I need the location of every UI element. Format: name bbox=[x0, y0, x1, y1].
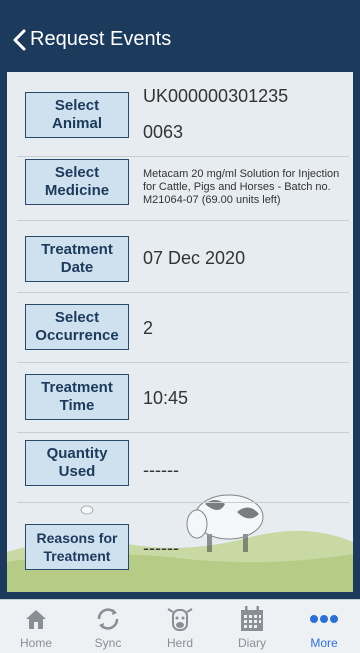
tab-herd-label: Herd bbox=[166, 636, 193, 650]
select-medicine-button[interactable]: Select Medicine bbox=[25, 159, 129, 205]
tab-diary-label: Diary bbox=[237, 636, 266, 650]
form-panel: Select Animal UK000000301235 0063 Select… bbox=[7, 72, 353, 592]
medicine-value: Metacam 20 mg/ml Solution for Injection … bbox=[143, 168, 340, 206]
cow-icon bbox=[167, 608, 193, 631]
sync-icon bbox=[97, 608, 119, 630]
treatment-time-value: 10:45 bbox=[143, 388, 189, 408]
tab-diary[interactable]: Diary bbox=[216, 604, 288, 650]
quantity-used-button[interactable]: Quantity Used bbox=[25, 440, 129, 486]
chevron-left-icon bbox=[13, 29, 26, 50]
tab-herd[interactable]: Herd bbox=[144, 604, 216, 650]
treatment-date-row: Treatment Date 07 Dec 2020 bbox=[17, 220, 349, 293]
reasons-for-treatment-button[interactable]: Reasons for Treatment bbox=[25, 524, 129, 570]
page-title: Request Events bbox=[30, 28, 172, 50]
tab-more-label: More bbox=[310, 636, 338, 650]
animal-number-value: 0063 bbox=[143, 122, 184, 142]
tab-sync[interactable]: Sync bbox=[72, 604, 144, 650]
tab-more[interactable]: More bbox=[288, 604, 360, 650]
select-occurrence-button[interactable]: Select Occurrence bbox=[25, 304, 129, 350]
tab-home-label: Home bbox=[19, 636, 52, 650]
tab-sync-label: Sync bbox=[94, 636, 122, 650]
animal-tag-value: UK000000301235 bbox=[143, 86, 289, 106]
header: Request Events bbox=[0, 0, 360, 72]
occurrence-value: 2 bbox=[143, 318, 154, 338]
reasons-value: ------ bbox=[143, 538, 179, 558]
tab-home[interactable]: Home bbox=[0, 604, 72, 650]
back-button[interactable]: Request Events bbox=[12, 28, 171, 51]
quantity-value: ------ bbox=[143, 460, 179, 480]
treatment-time-row: Treatment Time 10:45 bbox=[17, 362, 349, 433]
tab-bar: Home Sync Herd Diary More bbox=[0, 599, 360, 653]
medicine-row: Select Medicine Metacam 20 mg/ml Solutio… bbox=[17, 156, 349, 221]
home-icon bbox=[26, 610, 46, 629]
select-animal-button[interactable]: Select Animal bbox=[25, 92, 129, 138]
occurrence-row: Select Occurrence 2 bbox=[17, 292, 349, 363]
more-icon bbox=[310, 615, 338, 623]
treatment-date-button[interactable]: Treatment Date bbox=[25, 236, 129, 282]
treatment-time-button[interactable]: Treatment Time bbox=[25, 374, 129, 420]
animal-row: Select Animal UK000000301235 0063 bbox=[17, 80, 349, 157]
calendar-icon bbox=[241, 606, 263, 631]
reasons-row: Reasons for Treatment ------ bbox=[17, 502, 349, 576]
quantity-row: Quantity Used ------ bbox=[17, 432, 349, 503]
treatment-date-value: 07 Dec 2020 bbox=[143, 248, 246, 268]
